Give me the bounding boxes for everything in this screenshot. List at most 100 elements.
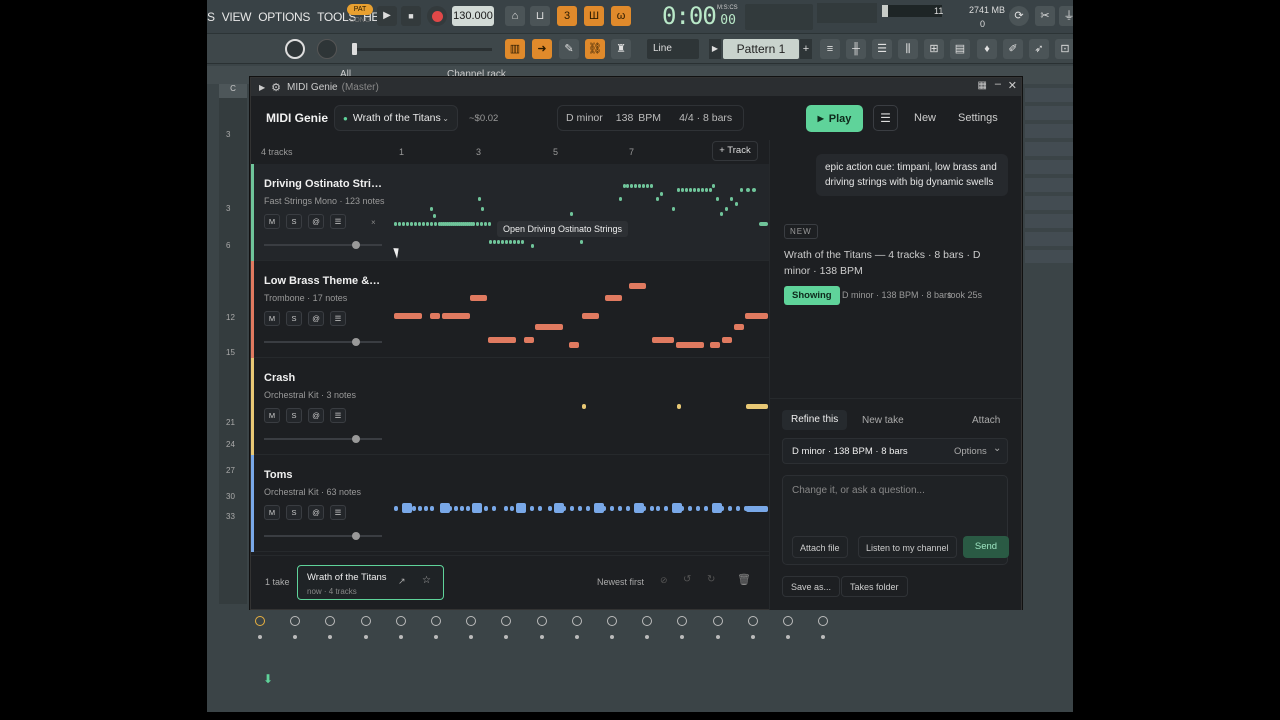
send-button[interactable]: Send [963,536,1009,558]
pattern-add[interactable]: + [800,39,812,59]
volume-slider[interactable] [264,338,382,346]
step-ring-icon[interactable] [818,616,829,626]
step-dot[interactable] [715,635,720,639]
step-dot[interactable] [363,635,368,639]
track-brass[interactable]: Low Brass Theme & C... Trombone · 17 not… [251,261,769,358]
solo-button[interactable]: S [286,408,302,423]
track-toms[interactable]: Toms Orchestral Kit · 63 notes M S @ ☰ [251,455,769,552]
wait-icon[interactable]: ⊔ [530,6,550,26]
step-ring-icon[interactable] [360,616,371,626]
stop-button[interactable]: ■ [401,6,421,26]
step-dot[interactable] [645,635,650,639]
meter-label[interactable]: 4/4 · 8 bars [679,112,732,124]
pat-song-toggle[interactable]: PAT SONG [347,4,373,28]
prompt-input[interactable]: Change it, or ask a question... Attach f… [782,475,1009,565]
step-ring-icon[interactable] [747,616,758,626]
play-button[interactable]: ▶ [377,6,397,26]
solo-button[interactable]: S [286,214,302,229]
track-name[interactable]: Toms [264,469,382,481]
download-arrow-icon[interactable]: ⬇ [263,672,273,686]
record-button[interactable] [427,6,447,26]
track-crash[interactable]: Crash Orchestral Kit · 3 notes M S @ ☰ [251,358,769,455]
project-selector[interactable]: ● Wrath of the Titans ⌄ [334,105,458,131]
track-menu-button[interactable]: ☰ [330,311,346,326]
menu-options[interactable]: OPTIONS [258,10,310,24]
save-as-button[interactable]: Save as... [782,576,841,597]
step-ring-icon[interactable] [712,616,723,626]
step-dot[interactable] [398,635,403,639]
master-pitch-knob[interactable] [317,39,337,59]
attach-file-button[interactable]: Attach file [792,536,848,558]
step-ring-icon[interactable] [783,616,793,626]
trash-icon[interactable]: 🗑 [737,573,751,586]
step-ring-icon[interactable] [536,616,547,626]
link-icon[interactable]: ⛓ [585,39,605,59]
browser-icon[interactable]: ⊞ [924,39,944,59]
step-dot[interactable] [434,635,438,639]
settings-row[interactable]: D minor · 138 BPM · 8 bars Options ⌄ [782,438,1008,464]
gear-icon[interactable]: ⚙ [271,81,281,94]
loop-record-icon[interactable]: ω [611,6,631,26]
tempo-display[interactable]: 130.000 [452,6,494,26]
close-icon[interactable]: ✕ [1008,79,1017,92]
online-icon[interactable]: ⟳ [1009,6,1029,26]
step-ring-icon[interactable] [255,616,265,626]
step-dot[interactable] [469,635,474,639]
step-ring-icon[interactable] [607,616,617,626]
track-menu-button[interactable]: ☰ [330,408,346,423]
menu-view[interactable]: VIEW [222,10,252,24]
route-button[interactable]: @ [308,311,324,326]
add-track-button[interactable]: + Track [712,141,758,161]
step-ring-icon[interactable] [290,616,301,626]
play-plugin-button[interactable]: ▶ Play [806,105,863,132]
route-button[interactable]: @ [308,408,324,423]
bpm-value[interactable]: 138 [616,112,634,124]
piano-roll-icon[interactable]: ▥ [505,39,525,59]
step-dot[interactable] [539,635,544,639]
brush-icon[interactable]: ✎ [559,39,579,59]
step-dot[interactable] [610,635,614,639]
step-dot[interactable] [786,635,790,639]
settings-button[interactable]: Settings [958,112,998,124]
tab-new-take[interactable]: New take [862,415,904,426]
sort-select[interactable]: Newest first [597,577,644,587]
mute-button[interactable]: M [264,214,280,229]
compare-icon[interactable]: ⊘ [660,575,668,586]
position-slider[interactable] [352,43,492,55]
arrow-icon[interactable]: ➜ [532,39,552,59]
volume-slider[interactable] [264,241,382,249]
master-volume-knob[interactable] [285,39,305,59]
step-ring-icon[interactable] [677,616,688,626]
metronome-icon[interactable]: ⌂ [505,6,525,26]
track-close-icon[interactable]: × [371,218,376,227]
tools-icon[interactable]: ✂ [1035,6,1055,26]
listen-channel-button[interactable]: Listen to my channel [858,536,957,558]
step-ring-icon[interactable] [466,616,477,626]
step-dot[interactable] [328,635,333,639]
menu-button[interactable]: ☰ [873,105,898,131]
redo-icon[interactable]: ↻ [707,574,715,585]
step-ring-icon[interactable] [431,616,441,626]
take-card[interactable]: Wrath of the Titans now · 4 tracks ↗ ☆ [297,565,444,600]
blend-icon[interactable]: Ш [584,6,604,26]
volume-slider[interactable] [264,435,382,443]
plugin-icon[interactable]: ▤ [950,39,970,59]
piano-roll-brass[interactable] [394,261,769,358]
star-icon[interactable]: ☆ [422,575,431,586]
channel-rack-icon[interactable]: ☰ [872,39,892,59]
tab-refine[interactable]: Refine this [782,410,848,430]
options-select[interactable]: Options [954,446,987,457]
volume-knob[interactable] [352,532,360,540]
route-button[interactable]: @ [308,214,324,229]
attach-tab[interactable]: Attach [972,415,1000,426]
step-ring-icon[interactable] [501,616,512,626]
stamp-icon[interactable]: ♜ [611,39,631,59]
open-external-icon[interactable]: ↗ [398,576,406,587]
step-dot[interactable] [821,635,826,639]
step-ring-icon[interactable] [642,616,653,626]
minimize-icon[interactable]: – [995,78,1001,90]
pattern-prev[interactable]: ▶ [709,39,721,59]
track-name[interactable]: Driving Ostinato Strin... [264,178,382,190]
new-button[interactable]: New [914,112,936,124]
step-dot[interactable] [293,635,298,639]
